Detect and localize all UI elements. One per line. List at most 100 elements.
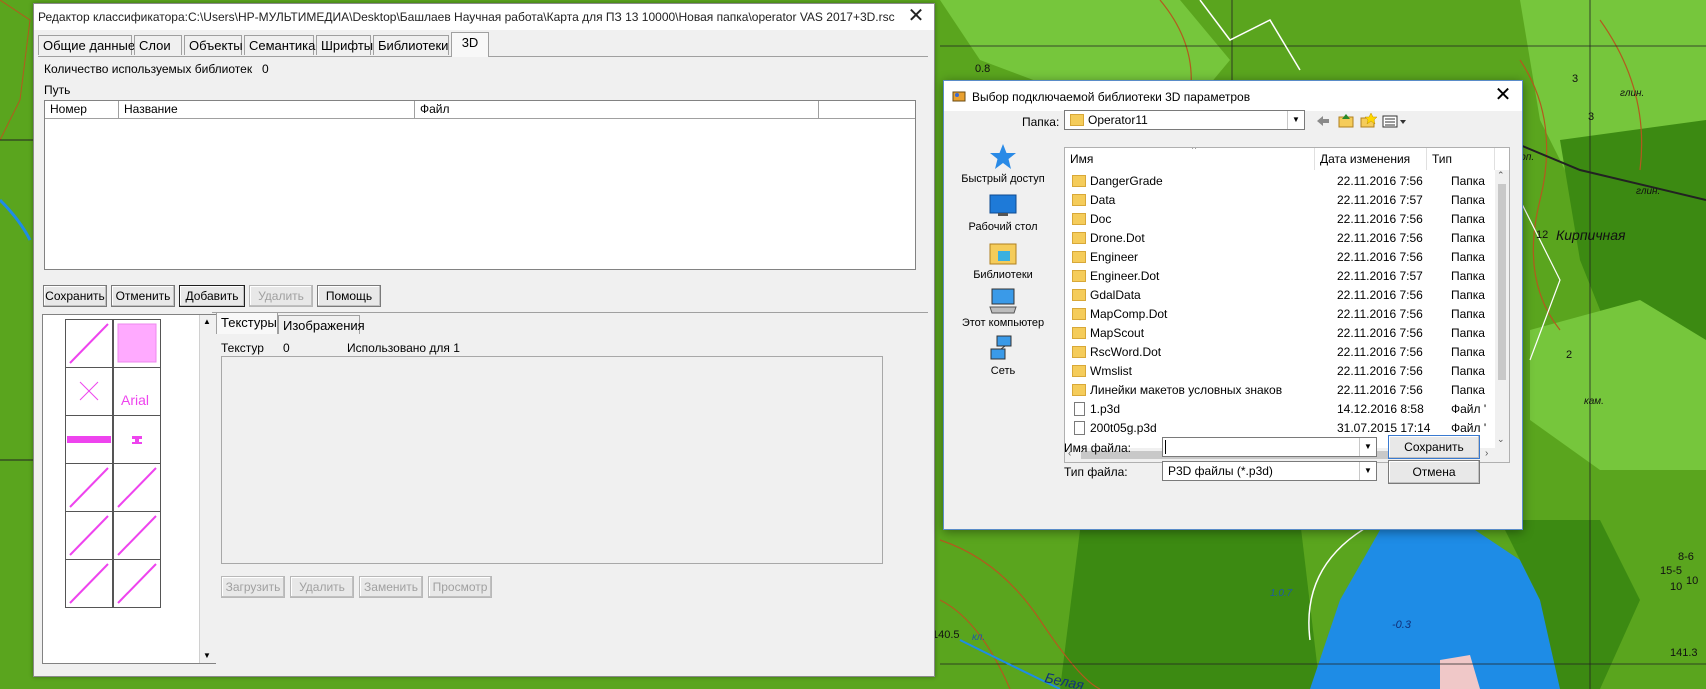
tab-semantics[interactable]: Семантика — [244, 35, 315, 55]
file-row[interactable]: Engineer 22.11.2016 7:56 Папка — [1065, 248, 1495, 267]
vertical-scrollbar[interactable]: ⌃ ⌄ — [1495, 170, 1509, 448]
file-row[interactable]: GdalData 22.11.2016 7:56 Папка — [1065, 286, 1495, 305]
view-button[interactable]: Просмотр — [428, 576, 492, 598]
scroll-up-icon[interactable]: ▲ — [203, 317, 211, 326]
file-list[interactable]: Имя Дата изменения Тип ^ DangerGrade 22.1… — [1064, 147, 1510, 463]
tab-objects[interactable]: Объекты — [184, 35, 243, 55]
tab-general[interactable]: Общие данные — [38, 35, 135, 55]
file-row[interactable]: MapComp.Dot 22.11.2016 7:56 Папка — [1065, 305, 1495, 324]
tab-strip: Общие данные Слои Объекты Семантика Шриф… — [38, 32, 928, 57]
column-header-date[interactable]: Дата изменения — [1315, 148, 1427, 170]
place-quick-access[interactable]: Быстрый доступ — [954, 143, 1052, 193]
chevron-down-icon[interactable]: ▼ — [1287, 111, 1304, 129]
symbol-cell-area[interactable] — [113, 319, 161, 368]
place-libraries[interactable]: Библиотеки — [954, 239, 1052, 289]
file-row[interactable]: Линейки макетов условных знаков 22.11.201… — [1065, 381, 1495, 400]
dialog-cancel-button[interactable]: Отмена — [1388, 460, 1480, 484]
file-row[interactable]: Drone.Dot 22.11.2016 7:56 Папка — [1065, 229, 1495, 248]
place-this-pc[interactable]: Этот компьютер — [954, 287, 1052, 337]
place-label: Библиотеки — [973, 269, 1033, 281]
delete-button[interactable]: Удалить — [249, 285, 313, 307]
file-date: 22.11.2016 7:56 — [1337, 288, 1423, 302]
new-folder-icon[interactable] — [1360, 112, 1378, 128]
chevron-down-icon[interactable]: ▼ — [1359, 438, 1376, 456]
load-button[interactable]: Загрузить — [221, 576, 285, 598]
help-button[interactable]: Помощь — [317, 285, 381, 307]
map-label: 2 — [1566, 349, 1572, 361]
texture-list[interactable] — [221, 356, 883, 564]
map-label: 12 — [1536, 229, 1548, 241]
symbol-cell-text[interactable]: Arial — [113, 367, 161, 416]
scrollbar-thumb[interactable] — [1498, 184, 1506, 380]
title-bar[interactable]: Редактор классификатора:C:\Users\HP-МУЛЬ… — [34, 4, 934, 30]
column-header-name[interactable]: Название — [119, 101, 415, 119]
close-icon[interactable]: ✕ — [898, 4, 934, 30]
file-row[interactable]: MapScout 22.11.2016 7:56 Папка — [1065, 324, 1495, 343]
file-row[interactable]: Engineer.Dot 22.11.2016 7:57 Папка — [1065, 267, 1495, 286]
file-type: Папка — [1451, 307, 1485, 321]
symbol-cell-line[interactable] — [65, 511, 113, 560]
scroll-down-icon[interactable]: ▼ — [203, 651, 211, 660]
symbol-grid[interactable]: Arial ▲ ▼ — [42, 314, 216, 664]
up-folder-icon[interactable] — [1338, 114, 1354, 128]
column-header-number[interactable]: Номер — [45, 101, 119, 119]
file-row[interactable]: Data 22.11.2016 7:57 Папка — [1065, 191, 1495, 210]
folder-icon — [1072, 194, 1086, 206]
tab-layers[interactable]: Слои — [134, 35, 182, 55]
cancel-button[interactable]: Отменить — [111, 285, 175, 307]
folder-icon — [1072, 365, 1086, 377]
filename-input[interactable]: ▼ — [1162, 437, 1377, 457]
file-date: 14.12.2016 8:58 — [1337, 402, 1424, 416]
scroll-right-icon[interactable]: › — [1485, 448, 1488, 459]
folder-combo[interactable]: Operator11 ▼ — [1064, 110, 1305, 130]
close-icon[interactable]: ✕ — [1488, 81, 1518, 111]
tab-libraries[interactable]: Библиотеки — [373, 35, 449, 55]
symbol-cell-thick-line[interactable] — [65, 415, 113, 464]
replace-button[interactable]: Заменить — [359, 576, 423, 598]
file-row[interactable]: Wmslist 22.11.2016 7:56 Папка — [1065, 362, 1495, 381]
symbol-cell-line[interactable] — [113, 511, 161, 560]
scroll-up-icon[interactable]: ⌃ — [1497, 170, 1505, 181]
column-header-name[interactable]: Имя — [1065, 148, 1315, 170]
view-menu-icon[interactable] — [1382, 115, 1406, 128]
tab-fonts[interactable]: Шрифты — [316, 35, 373, 55]
symbol-cell-line[interactable] — [65, 559, 113, 608]
file-row[interactable]: RscWord.Dot 22.11.2016 7:56 Папка — [1065, 343, 1495, 362]
delete-texture-button[interactable]: Удалить — [290, 576, 354, 598]
file-date: 22.11.2016 7:56 — [1337, 231, 1423, 245]
computer-icon — [989, 288, 1017, 314]
column-header-file[interactable]: Файл — [415, 101, 819, 119]
back-icon[interactable] — [1317, 116, 1329, 126]
file-row[interactable]: 1.p3d 14.12.2016 8:58 Файл ' — [1065, 400, 1495, 419]
file-row[interactable]: Doc 22.11.2016 7:56 Папка — [1065, 210, 1495, 229]
chevron-down-icon[interactable]: ▼ — [1359, 462, 1376, 480]
tab-images[interactable]: Изображения — [278, 315, 365, 334]
file-name: Doc — [1090, 212, 1112, 226]
file-row[interactable]: DangerGrade 22.11.2016 7:56 Папка — [1065, 172, 1495, 191]
file-name: MapComp.Dot — [1090, 307, 1168, 321]
tab-textures[interactable]: Текстуры — [216, 312, 278, 334]
symbol-cell-line[interactable] — [65, 463, 113, 512]
filetype-select[interactable]: P3D файлы (*.p3d) ▼ — [1162, 461, 1377, 481]
symbol-cell-line[interactable] — [113, 559, 161, 608]
place-network[interactable]: Сеть — [954, 335, 1052, 385]
symbol-cell-line[interactable] — [65, 319, 113, 368]
scroll-down-icon[interactable]: ⌄ — [1497, 434, 1505, 445]
column-header-type[interactable]: Тип — [1427, 148, 1495, 170]
file-type: Папка — [1451, 212, 1485, 226]
tab-3d[interactable]: 3D — [451, 32, 489, 57]
save-button[interactable]: Сохранить — [43, 285, 107, 307]
folder-icon — [1072, 384, 1086, 396]
library-list[interactable]: Номер Название Файл — [44, 100, 916, 270]
symbol-cell-point[interactable] — [65, 367, 113, 416]
dialog-save-button[interactable]: Сохранить — [1388, 435, 1480, 459]
place-desktop[interactable]: Рабочий стол — [954, 191, 1052, 241]
map-label: глин. — [1620, 88, 1644, 99]
filetype-label: Тип файла: — [1064, 465, 1128, 479]
dialog-title-bar[interactable]: Выбор подключаемой библиотеки 3D парамет… — [944, 81, 1522, 111]
symbol-cell-line[interactable] — [113, 463, 161, 512]
map-label: 0.8 — [975, 63, 990, 75]
symbol-cell-small[interactable] — [113, 415, 161, 464]
textures-count-value: 0 — [283, 341, 290, 355]
add-button[interactable]: Добавить — [179, 285, 245, 307]
